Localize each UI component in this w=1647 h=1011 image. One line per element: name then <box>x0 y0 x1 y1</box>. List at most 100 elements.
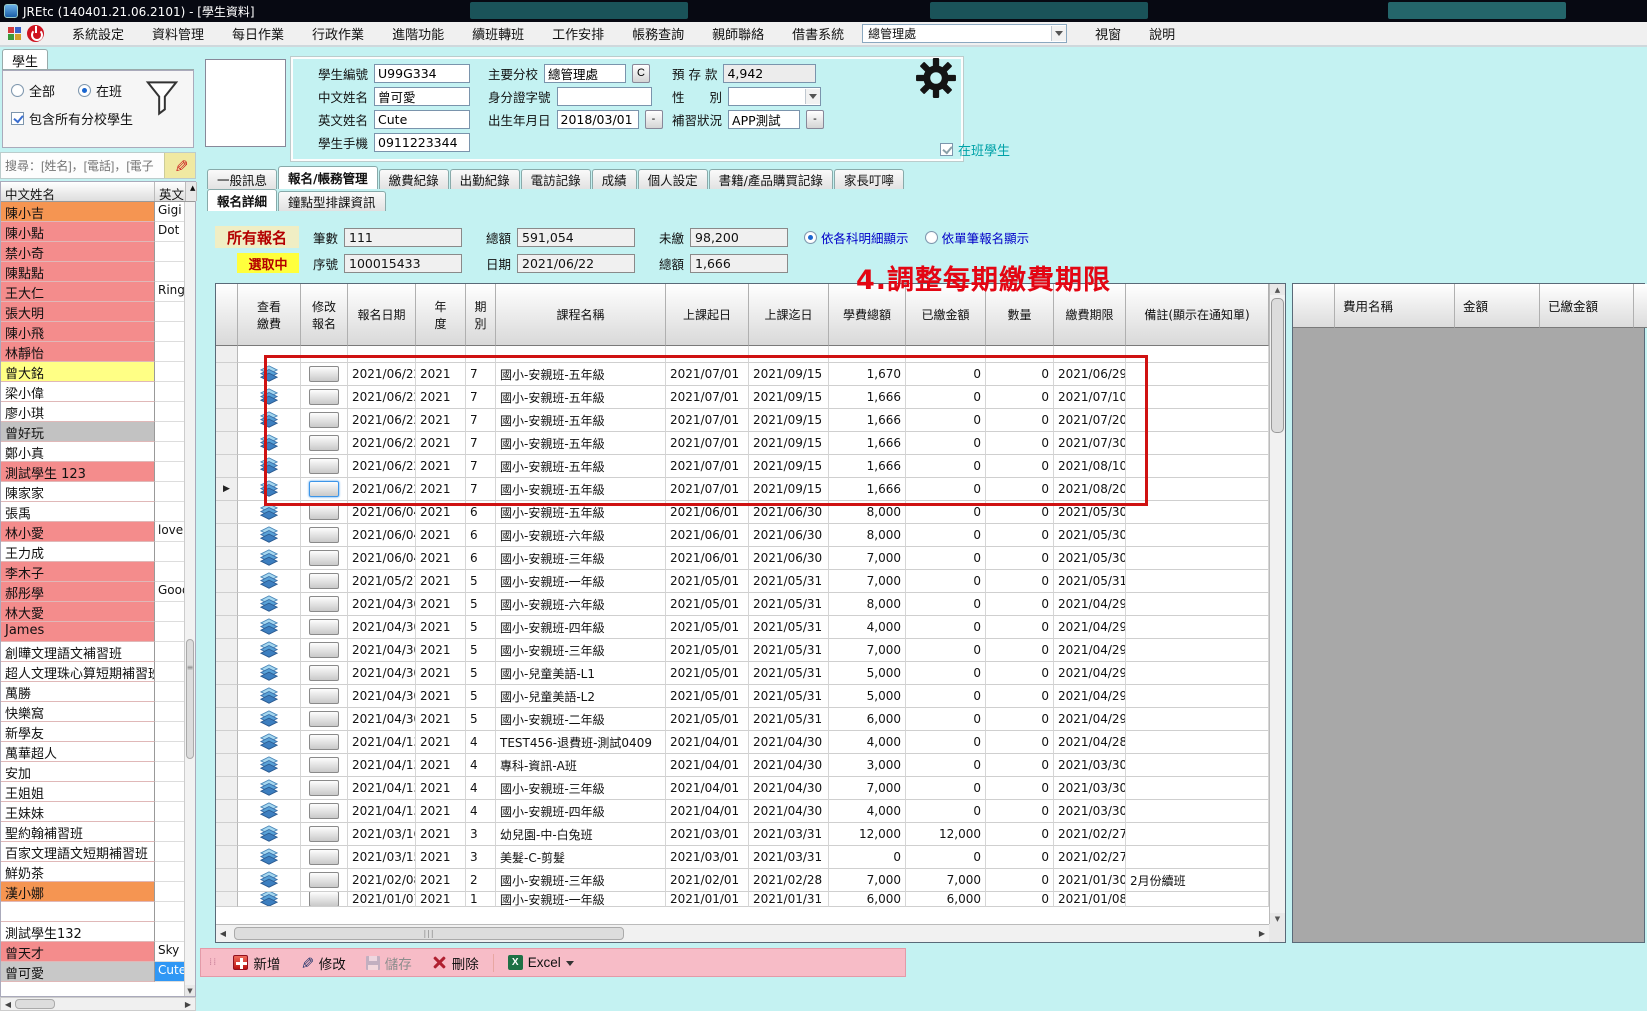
sub-tab[interactable]: 鐘點型排課資訊 <box>278 191 386 211</box>
view-payment-cell[interactable] <box>238 708 301 731</box>
tab[interactable]: 電訪記錄 <box>521 169 591 189</box>
column-term[interactable]: 期 別 <box>466 284 496 346</box>
student-list-item[interactable]: 林小愛 love <box>1 522 195 542</box>
scroll-down-icon[interactable]: ▼ <box>1270 913 1285 924</box>
row-selector[interactable] <box>216 800 238 823</box>
menu-item-help[interactable]: 說明 <box>1135 24 1189 43</box>
row-selector[interactable] <box>216 524 238 547</box>
row-selector[interactable] <box>216 593 238 616</box>
tab[interactable]: 個人設定 <box>638 169 708 189</box>
column-class-end[interactable]: 上課迄日 <box>749 284 829 346</box>
menu-item[interactable]: 進階功能 <box>378 24 458 43</box>
tab-students[interactable]: 學生 <box>2 49 48 70</box>
row-selector[interactable] <box>216 432 238 455</box>
student-list-item[interactable]: 超人文理珠心算短期補習班 <box>1 662 195 682</box>
view-payment-cell[interactable] <box>238 777 301 800</box>
student-list-item[interactable]: 漢小娜 <box>1 882 195 902</box>
student-list-item[interactable]: 廖小琪 <box>1 402 195 422</box>
menu-item[interactable]: 續班轉班 <box>458 24 538 43</box>
edit-registration-button[interactable] <box>309 596 339 612</box>
menu-item[interactable]: 親師聯絡 <box>698 24 778 43</box>
power-button[interactable] <box>27 25 44 42</box>
column-registration-date[interactable]: 報名日期 <box>348 284 416 346</box>
student-list-item[interactable]: 聖約翰補習班 <box>1 822 195 842</box>
student-list-item[interactable]: 林靜怡 <box>1 342 195 362</box>
student-list-item[interactable]: 曾好玩 <box>1 422 195 442</box>
column-class-start[interactable]: 上課起日 <box>666 284 749 346</box>
student-list-item[interactable]: 快樂窩 <box>1 702 195 722</box>
student-phone-field[interactable] <box>374 133 470 152</box>
gender-select[interactable] <box>728 87 821 106</box>
edit-registration-button[interactable] <box>309 826 339 842</box>
student-list-item[interactable]: James <box>1 622 195 642</box>
scroll-right-icon[interactable]: ▶ <box>181 1000 195 1009</box>
add-button[interactable]: 新增 <box>225 951 288 975</box>
scroll-left-icon[interactable]: ◀ <box>1 1000 15 1009</box>
menu-item[interactable]: 每日作業 <box>218 24 298 43</box>
view-payment-cell[interactable] <box>238 501 301 524</box>
student-list-item[interactable]: 陳小吉 Gigi <box>1 202 195 222</box>
table-vertical-scrollbar[interactable]: ▲ ▼ <box>1269 284 1285 924</box>
view-payment-cell[interactable] <box>238 685 301 708</box>
row-selector[interactable] <box>216 777 238 800</box>
student-list-item[interactable]: 創曄文理語文補習班 <box>1 642 195 662</box>
birthdate-field[interactable] <box>557 110 639 129</box>
row-selector[interactable] <box>216 754 238 777</box>
student-list-item[interactable]: 王大仁 Ring <box>1 282 195 302</box>
gear-icon[interactable] <box>915 57 957 99</box>
view-payment-cell[interactable] <box>238 823 301 846</box>
student-list-item[interactable]: 新學友 <box>1 722 195 742</box>
view-payment-cell[interactable] <box>238 524 301 547</box>
tab[interactable]: 繳費紀錄 <box>379 169 449 189</box>
student-list-item[interactable]: 張禹 <box>1 502 195 522</box>
student-list-item[interactable]: 梁小偉 <box>1 382 195 402</box>
view-payment-cell[interactable] <box>238 386 301 409</box>
menu-item[interactable]: 借書系統 <box>778 24 858 43</box>
edit-registration-button[interactable] <box>309 665 339 681</box>
edit-registration-button[interactable] <box>309 642 339 658</box>
row-selector[interactable]: ▶ <box>216 478 238 501</box>
view-payment-cell[interactable] <box>238 616 301 639</box>
student-list-item[interactable]: 曾大銘 <box>1 362 195 382</box>
row-selector[interactable] <box>216 386 238 409</box>
chinese-name-field[interactable] <box>374 87 470 106</box>
student-list-item[interactable]: 萬勝 <box>1 682 195 702</box>
student-list-item[interactable]: 曾可愛 Cute <box>1 962 195 982</box>
row-selector[interactable] <box>216 662 238 685</box>
menu-item[interactable]: 系統設定 <box>58 24 138 43</box>
view-payment-cell[interactable] <box>238 570 301 593</box>
delete-button[interactable]: 刪除 <box>424 951 487 975</box>
view-payment-cell[interactable] <box>238 409 301 432</box>
menu-item-window[interactable]: 視窗 <box>1081 24 1135 43</box>
edit-registration-button[interactable] <box>309 550 339 566</box>
view-payment-cell[interactable] <box>238 547 301 570</box>
edit-registration-button[interactable] <box>309 481 339 497</box>
scroll-left-icon[interactable]: ◀ <box>216 929 230 938</box>
view-payment-cell[interactable] <box>238 593 301 616</box>
column-edit-registration[interactable]: 修改 報名 <box>301 284 348 346</box>
menu-item[interactable]: 行政作業 <box>298 24 378 43</box>
edit-registration-button[interactable] <box>309 711 339 727</box>
student-list-item[interactable]: 王力成 <box>1 542 195 562</box>
edit-registration-button[interactable] <box>309 435 339 451</box>
status-clear-button[interactable]: - <box>806 110 824 129</box>
birthdate-clear-button[interactable]: - <box>645 110 663 129</box>
edit-registration-button[interactable] <box>309 619 339 635</box>
student-list-item[interactable]: 禁小奇 <box>1 242 195 262</box>
view-payment-cell[interactable] <box>238 363 301 386</box>
excel-export-button[interactable]: Excel <box>500 953 582 972</box>
view-payment-cell[interactable] <box>238 455 301 478</box>
scroll-up-icon[interactable]: ▲ <box>1270 284 1285 295</box>
view-payment-cell[interactable] <box>238 892 301 907</box>
student-list-item[interactable]: 萬華超人 <box>1 742 195 762</box>
edit-registration-button[interactable] <box>309 892 339 907</box>
edit-button[interactable]: ✎修改 <box>292 951 353 975</box>
column-fee-amount[interactable]: 金額 <box>1455 284 1540 328</box>
student-list-hscrollbar[interactable]: ◀ ▶ <box>0 997 196 1011</box>
radio-show-by-registration[interactable] <box>925 231 938 244</box>
student-list-item[interactable]: 林大愛 <box>1 602 195 622</box>
row-selector[interactable] <box>216 846 238 869</box>
row-selector[interactable] <box>216 708 238 731</box>
column-note[interactable]: 備註(顯示在通知單) <box>1126 284 1269 346</box>
student-list-item[interactable]: 王姐姐 <box>1 782 195 802</box>
